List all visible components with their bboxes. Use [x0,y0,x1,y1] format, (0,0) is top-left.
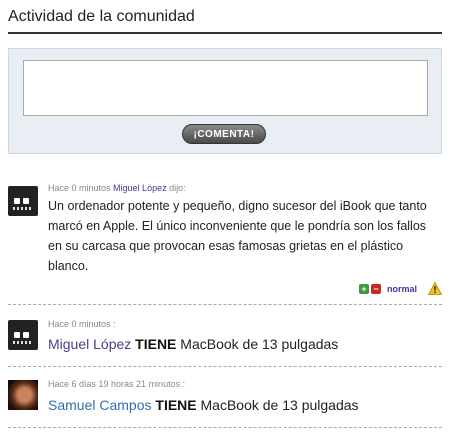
title-divider [8,32,442,34]
divider [8,304,442,305]
timestamp: Hace 6 días 19 horas 21 minutos : [48,379,186,389]
product-link[interactable]: MacBook de 13 pulgadas [180,336,338,352]
vote-up-icon[interactable]: + [358,283,369,294]
user-link[interactable]: Miguel López [113,183,167,193]
user-link[interactable]: Samuel Campos [48,397,152,413]
rating-controls: + − normal [358,283,417,294]
vote-down-icon[interactable]: − [370,283,381,294]
activity-verb: TIENE [155,397,197,413]
activity-line: Samuel Campos TIENE MacBook de 13 pulgad… [48,397,359,413]
robot-avatar-icon[interactable] [8,320,38,350]
activity-line: Miguel López TIENE MacBook de 13 pulgada… [48,336,338,352]
product-link[interactable]: MacBook de 13 pulgadas [201,397,359,413]
rating-label[interactable]: normal [387,284,417,294]
comment-submit-button[interactable]: ¡COMENTA! [182,124,266,144]
activity-item-ownership: Hace 6 días 19 horas 21 minutos : Samuel… [8,378,442,418]
activity-item-ownership: Hace 0 minutos : Miguel López TIENE MacB… [8,318,442,358]
activity-verb: TIENE [135,336,177,352]
comment-text: Un ordenador potente y pequeño, digno su… [48,199,427,273]
photo-avatar-icon[interactable] [8,380,38,410]
robot-avatar-icon[interactable] [8,186,38,216]
activity-meta: Hace 0 minutos Miguel López dijo: [48,183,186,193]
timestamp: Hace 0 minutos [48,183,111,193]
activity-item-comment: Hace 0 minutos Miguel López dijo: Un ord… [8,182,442,300]
comment-form: ¡COMENTA! [8,48,442,154]
user-link[interactable]: Miguel López [48,336,131,352]
timestamp: Hace 0 minutos : [48,319,116,329]
section-title: Actividad de la comunidad [8,8,195,25]
divider [8,427,442,428]
comment-textarea[interactable] [23,60,428,116]
warning-icon[interactable] [428,282,442,295]
meta-suffix: dijo: [166,183,186,193]
divider [8,366,442,367]
